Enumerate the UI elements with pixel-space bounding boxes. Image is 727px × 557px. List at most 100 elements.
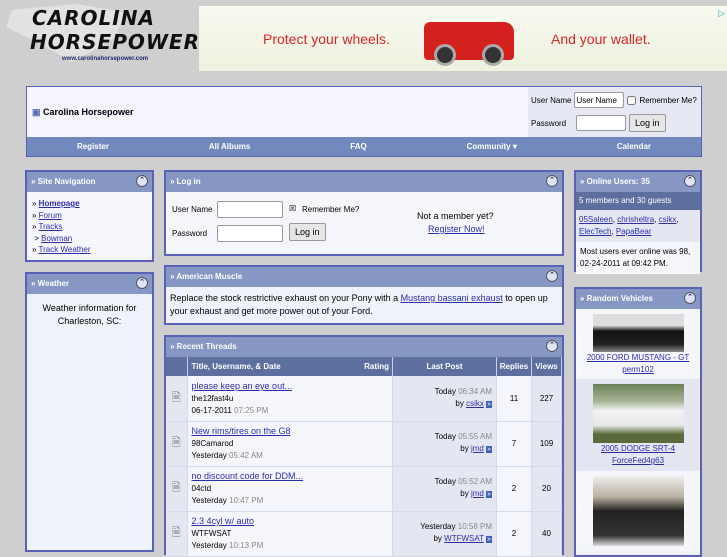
thread-title-link[interactable]: no discount code for DDM... <box>192 471 304 481</box>
thread-title-link[interactable]: 2.3 4cyl w/ auto <box>192 516 255 526</box>
go-to-last-post-icon[interactable]: » <box>486 536 492 543</box>
nav-calendar[interactable]: Calendar <box>617 142 651 151</box>
thread-time: 10:13 PM <box>229 541 264 550</box>
view-count: 20 <box>531 466 562 512</box>
thread-date: Yesterday <box>191 451 227 460</box>
nav-link-bowman[interactable]: Bowman <box>41 234 72 243</box>
table-row: 🗎 2.3 4cyl w/ auto WTFWSAT Yesterday 10:13… <box>166 511 562 557</box>
nav-all-albums[interactable]: All Albums <box>209 142 250 151</box>
nav-faq[interactable]: FAQ <box>350 142 366 151</box>
col-replies[interactable]: Replies <box>496 357 532 376</box>
reply-count[interactable]: 7 <box>496 421 532 467</box>
password-input[interactable] <box>576 115 626 131</box>
last-poster-link[interactable]: csikx <box>466 399 484 408</box>
vehicle-owner-link[interactable]: ForceFed4g63 <box>612 456 664 465</box>
ad-banner[interactable]: Protect your wheels. And your wallet. ▷ <box>199 6 727 71</box>
collapse-icon[interactable]: ⌃ <box>684 292 696 304</box>
thread-time: 10:47 PM <box>229 496 264 505</box>
register-now-link[interactable]: Register Now! <box>428 224 485 234</box>
username-input[interactable] <box>217 201 283 218</box>
exhaust-link[interactable]: Mustang bassani exhaust <box>401 293 503 303</box>
collapse-icon[interactable]: ⌃ <box>136 277 148 289</box>
password-label: Password <box>531 118 567 128</box>
username-input[interactable] <box>574 92 625 108</box>
last-post-time: 05:55 AM <box>458 432 492 441</box>
logo-url: www.carolinahorsepower.com <box>62 56 149 62</box>
thread-starter: WTFWSAT <box>191 529 232 538</box>
go-to-last-post-icon[interactable]: » <box>486 446 492 453</box>
last-post-day: Yesterday <box>420 522 456 531</box>
by-label: by <box>455 398 464 408</box>
last-post-day: Today <box>434 477 456 486</box>
thread-date: Yesterday <box>191 541 227 550</box>
nav-link-forum[interactable]: Forum <box>39 211 62 220</box>
online-user-list: 05Saleen, chrisheltra, csikx, ElecTech, … <box>576 210 700 242</box>
view-count: 227 <box>531 376 562 422</box>
view-count: 40 <box>531 511 562 557</box>
last-poster-link[interactable]: jmd <box>471 489 484 498</box>
table-row: 🗎 New rims/tires on the G8 98Camarod Yeste… <box>166 421 562 467</box>
nav-link-tracks[interactable]: Tracks <box>39 222 63 231</box>
online-user[interactable]: 05Saleen <box>579 215 613 224</box>
collapse-icon[interactable]: ⌃ <box>546 340 558 352</box>
username-label: User Name <box>172 205 213 214</box>
box-title: » American Muscle <box>170 272 243 281</box>
thread-status-icon: 🗎 <box>166 511 188 557</box>
online-user[interactable]: PapaBear <box>616 227 652 236</box>
site-title[interactable]: ▣ Carolina Horsepower <box>32 107 134 118</box>
nav-link-track-weather[interactable]: Track Weather <box>39 245 91 254</box>
col-title[interactable]: Title, Username, & Date <box>192 362 281 371</box>
last-poster-link[interactable]: jmd <box>471 444 484 453</box>
online-users-box: » Online Users: 35 ⌃ 5 members and 30 gue… <box>574 170 702 274</box>
reply-count[interactable]: 11 <box>496 376 532 422</box>
navbar: Register All Albums FAQ Community ▾ Cale… <box>27 137 701 156</box>
col-last-post[interactable]: Last Post <box>392 357 497 376</box>
online-user[interactable]: csikx <box>659 215 677 224</box>
thread-title-link[interactable]: New rims/tires on the G8 <box>192 426 291 436</box>
threads-body: 🗎 please keep an eye out... the12fast4u 06… <box>166 376 562 557</box>
vehicle-item: 2005 DODGE SRT-4 ForceFed4g63 <box>576 379 700 471</box>
table-row: 🗎 please keep an eye out... the12fast4u 06… <box>166 376 562 422</box>
muscle-text: Replace the stock restrictive exhaust on… <box>166 287 562 323</box>
online-user[interactable]: chrisheltra <box>617 215 654 224</box>
vehicle-photo[interactable] <box>592 476 684 546</box>
vehicle-owner-link[interactable]: perm102 <box>622 365 654 374</box>
vehicle-link[interactable]: 2005 DODGE SRT-4 <box>601 444 675 453</box>
collapse-icon[interactable]: ⌃ <box>546 175 558 187</box>
reply-count[interactable]: 2 <box>496 466 532 512</box>
remember-checkbox[interactable] <box>627 95 637 105</box>
last-post-time: 05:52 AM <box>458 477 492 486</box>
site-navigation-box: » Site Navigation ⌃ » Homepage » Forum » … <box>25 170 154 262</box>
online-user[interactable]: ElecTech <box>579 227 611 236</box>
reply-count[interactable]: 2 <box>496 511 532 557</box>
col-rating[interactable]: Rating <box>364 362 392 371</box>
last-poster-link[interactable]: WTFWSAT <box>444 534 484 543</box>
site-logo[interactable]: CAROLINA HORSEPOWER www.carolinahorsepow… <box>6 4 200 66</box>
american-muscle-box: » American Muscle ⌃ Replace the stock res… <box>164 265 564 325</box>
online-record: Most users ever online was 98, 02-24-201… <box>576 242 700 274</box>
site-title-text: Carolina Horsepower <box>43 107 134 117</box>
login-button[interactable]: Log in <box>289 223 326 241</box>
remember-label: Remember Me? <box>302 205 360 214</box>
box-title: » Weather <box>31 279 70 288</box>
thread-date: Yesterday <box>191 496 227 505</box>
forum-icon: ▣ <box>32 107 41 117</box>
vehicle-link[interactable]: 2000 FORD MUSTANG - GT <box>587 353 690 362</box>
box-title: » Log in <box>170 177 201 186</box>
remember-checkbox[interactable]: ☒ <box>289 204 296 213</box>
nav-community[interactable]: Community ▾ <box>467 142 517 151</box>
vehicle-photo[interactable] <box>592 384 684 443</box>
go-to-last-post-icon[interactable]: » <box>486 491 492 498</box>
go-to-last-post-icon[interactable]: » <box>486 400 492 408</box>
collapse-icon[interactable]: ⌃ <box>684 175 696 187</box>
nav-register[interactable]: Register <box>77 142 109 151</box>
col-views[interactable]: Views <box>531 357 562 376</box>
nav-link-homepage[interactable]: Homepage <box>39 199 80 208</box>
login-button[interactable]: Log in <box>629 114 666 132</box>
vehicle-photo[interactable] <box>592 314 684 352</box>
adchoices-icon[interactable]: ▷ <box>718 8 725 19</box>
collapse-icon[interactable]: ⌃ <box>136 175 148 187</box>
password-input[interactable] <box>217 225 283 242</box>
thread-title-link[interactable]: please keep an eye out... <box>192 381 293 391</box>
collapse-icon[interactable]: ⌃ <box>546 270 558 282</box>
